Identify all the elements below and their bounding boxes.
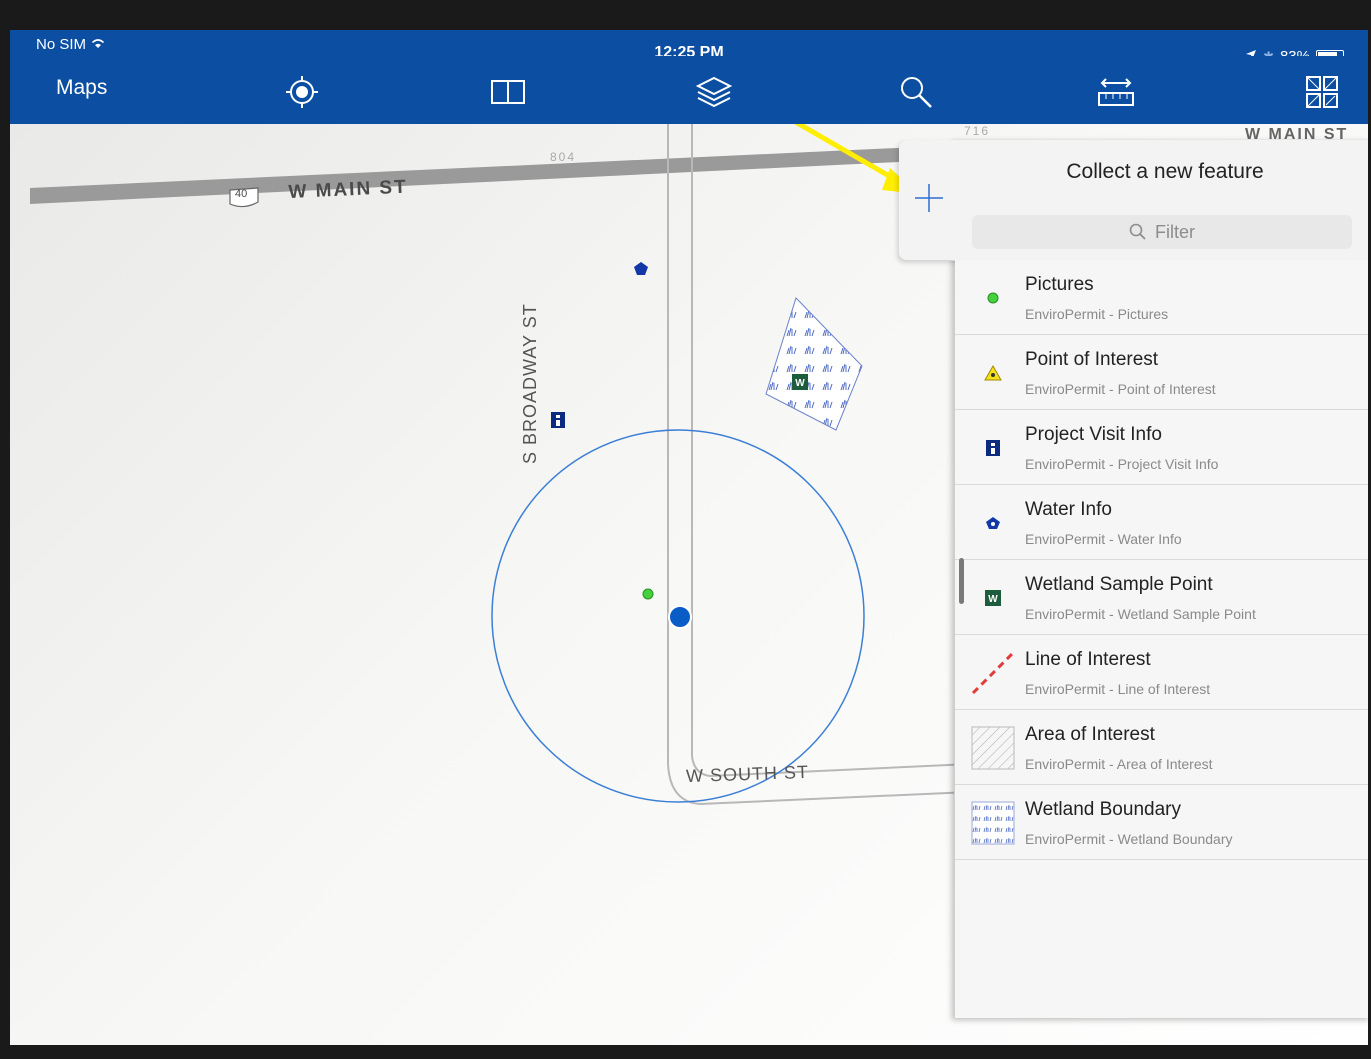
green-dot-icon bbox=[971, 276, 1015, 320]
feature-desc: EnviroPermit - Project Visit Info bbox=[1025, 456, 1219, 472]
filter-placeholder: Filter bbox=[1155, 221, 1195, 242]
wetland-w-icon: W bbox=[971, 576, 1015, 620]
panel-header: Collect a new feature Filter bbox=[899, 140, 1368, 261]
road-label-south: W SOUTH ST bbox=[685, 761, 810, 787]
list-item-wetland-boundary[interactable]: Wetland Boundary EnviroPermit - Wetland … bbox=[955, 785, 1368, 860]
list-item-point-of-interest[interactable]: Point of Interest EnviroPermit - Point o… bbox=[955, 335, 1368, 410]
search-icon[interactable] bbox=[896, 72, 936, 112]
current-location-dot bbox=[668, 605, 692, 629]
list-item-project-visit-info[interactable]: Project Visit Info EnviroPermit - Projec… bbox=[955, 410, 1368, 485]
list-item-wetland-sample-point[interactable]: W Wetland Sample Point EnviroPermit - We… bbox=[955, 560, 1368, 635]
feature-desc: EnviroPermit - Wetland Boundary bbox=[1025, 831, 1233, 847]
list-item-line-of-interest[interactable]: Line of Interest EnviroPermit - Line of … bbox=[955, 635, 1368, 710]
map-toolbar: Maps bbox=[10, 56, 1368, 124]
feature-desc: EnviroPermit - Area of Interest bbox=[1025, 756, 1213, 772]
status-bar: No SIM 12:25 PM ✱ 83% bbox=[10, 30, 1368, 65]
layers-icon[interactable] bbox=[694, 72, 734, 112]
measure-icon[interactable] bbox=[1096, 72, 1136, 112]
sketch-icon[interactable] bbox=[1302, 72, 1342, 112]
feature-list: Pictures EnviroPermit - Pictures Point o… bbox=[955, 260, 1368, 860]
ipad-screen: No SIM 12:25 PM ✱ 83% Maps bbox=[10, 30, 1368, 1045]
hatched-area-icon bbox=[971, 726, 1015, 770]
locate-icon[interactable] bbox=[282, 72, 322, 112]
feature-desc: EnviroPermit - Water Info bbox=[1025, 531, 1182, 547]
plus-icon bbox=[915, 184, 943, 212]
search-icon bbox=[1129, 223, 1146, 240]
parcel-label-716: 716 bbox=[964, 124, 991, 138]
feature-desc: EnviroPermit - Point of Interest bbox=[1025, 381, 1216, 397]
yellow-triangle-icon bbox=[971, 351, 1015, 395]
feature-name: Area of Interest bbox=[1025, 724, 1155, 745]
svg-text:W: W bbox=[795, 378, 805, 389]
list-item-pictures[interactable]: Pictures EnviroPermit - Pictures bbox=[955, 260, 1368, 335]
feature-name: Pictures bbox=[1025, 274, 1094, 295]
feature-desc: EnviroPermit - Line of Interest bbox=[1025, 681, 1211, 697]
feature-name: Line of Interest bbox=[1025, 649, 1151, 670]
filter-input[interactable]: Filter bbox=[972, 215, 1352, 249]
list-item-area-of-interest[interactable]: Area of Interest EnviroPermit - Area of … bbox=[955, 710, 1368, 785]
info-square-icon bbox=[971, 426, 1015, 470]
panel-title: Collect a new feature bbox=[1066, 160, 1264, 183]
parcel-label-804: 804 bbox=[550, 150, 577, 164]
book-icon[interactable] bbox=[488, 72, 528, 112]
blue-pentagon-icon bbox=[971, 501, 1015, 545]
water-info-marker bbox=[634, 262, 648, 275]
feature-name: Point of Interest bbox=[1025, 349, 1159, 370]
collect-feature-panel: Collect a new feature Filter Pictures En… bbox=[899, 140, 1368, 1018]
feature-name: Wetland Sample Point bbox=[1025, 574, 1213, 595]
panel-scrollbar[interactable] bbox=[959, 558, 964, 604]
add-feature-button[interactable] bbox=[911, 180, 947, 216]
feature-name: Water Info bbox=[1025, 499, 1112, 520]
picture-point-marker bbox=[642, 588, 654, 600]
wetland-pattern-icon bbox=[971, 801, 1015, 845]
road-label-broadway: S BROADWAY ST bbox=[520, 303, 540, 464]
wetland-boundary-polygon bbox=[765, 297, 863, 431]
svg-text:W: W bbox=[988, 594, 998, 605]
dashed-red-line-icon bbox=[971, 651, 1015, 695]
w-main-st-road bbox=[30, 146, 940, 204]
route-shield-label: 40 bbox=[235, 188, 248, 200]
feature-name: Wetland Boundary bbox=[1025, 799, 1181, 820]
feature-desc: EnviroPermit - Pictures bbox=[1025, 306, 1169, 322]
feature-name: Project Visit Info bbox=[1025, 424, 1162, 445]
list-item-water-info[interactable]: Water Info EnviroPermit - Water Info bbox=[955, 485, 1368, 560]
feature-desc: EnviroPermit - Wetland Sample Point bbox=[1025, 606, 1256, 622]
maps-back-button[interactable]: Maps bbox=[56, 76, 107, 100]
